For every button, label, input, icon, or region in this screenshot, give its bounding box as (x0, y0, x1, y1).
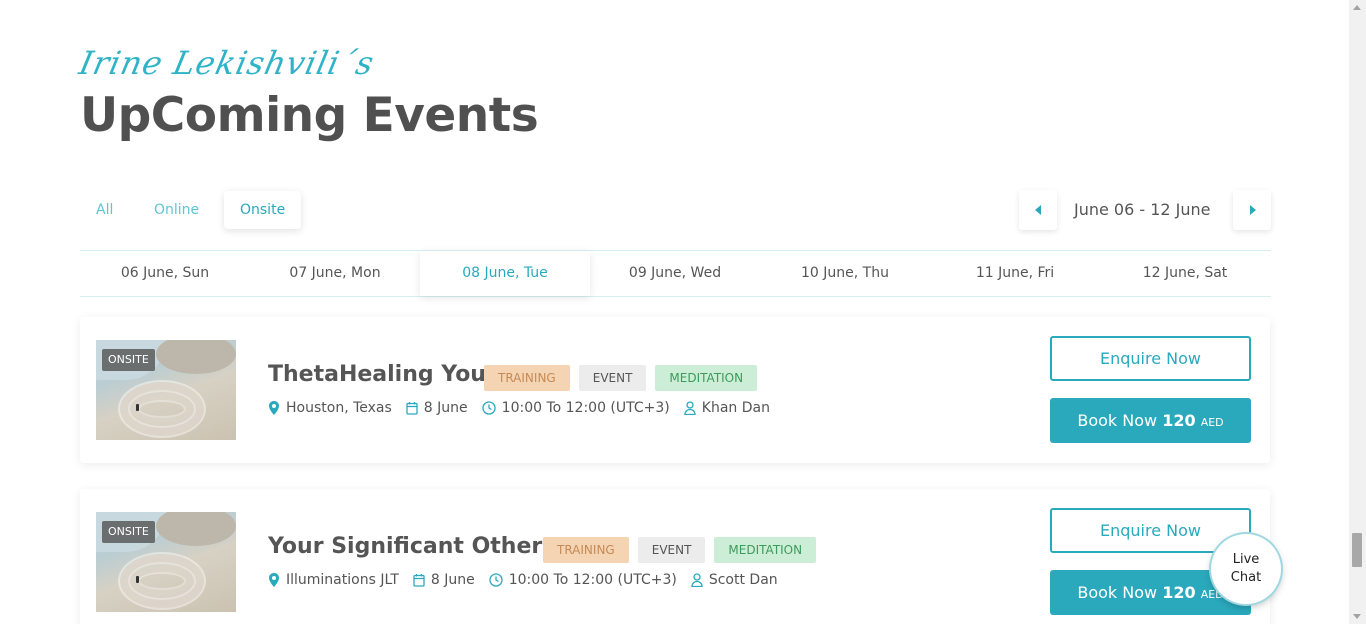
event-title[interactable]: ThetaHealing You (268, 362, 486, 387)
user-icon (691, 573, 703, 587)
onsite-badge: ONSITE (102, 349, 155, 371)
tag-meditation: MEDITATION (655, 365, 758, 391)
day-tab-sun[interactable]: 06 June, Sun (80, 251, 250, 296)
event-title[interactable]: Your Significant Others (268, 534, 555, 559)
event-card: ONSITE Your Significant Others TRAINING … (80, 489, 1270, 624)
event-date: 8 June (406, 400, 468, 416)
previous-week-button[interactable] (1019, 190, 1057, 230)
currency: AED (1200, 416, 1224, 429)
calendar-icon (406, 401, 418, 415)
event-tags: TRAINING EVENT MEDITATION (484, 365, 766, 391)
page-scrollbar[interactable] (1349, 0, 1366, 624)
day-tab-fri[interactable]: 11 June, Fri (930, 251, 1100, 296)
event-host: Khan Dan (684, 400, 770, 416)
filter-tab-onsite[interactable]: Onsite (224, 191, 302, 229)
event-location: Houston, Texas (268, 400, 392, 416)
event-host: Scott Dan (691, 572, 778, 588)
map-pin-icon (268, 401, 280, 415)
calendar-icon (413, 573, 425, 587)
week-navigator: June 06 - 12 June (1019, 190, 1271, 230)
event-time: 10:00 To 12:00 (UTC+3) (482, 400, 670, 416)
onsite-badge: ONSITE (102, 521, 155, 543)
triangle-right-icon (1250, 205, 1256, 215)
triangle-left-icon (1035, 205, 1041, 215)
tag-meditation: MEDITATION (714, 537, 817, 563)
day-tab-sat[interactable]: 12 June, Sat (1100, 251, 1270, 296)
day-tab-wed[interactable]: 09 June, Wed (590, 251, 760, 296)
author-script-title: Irine Lekishvili´s (75, 44, 378, 82)
enquire-now-button[interactable]: Enquire Now (1050, 336, 1251, 381)
tag-training: TRAINING (484, 365, 570, 391)
price: 120 (1162, 411, 1196, 430)
book-now-button[interactable]: Book Now 120 AED (1050, 398, 1251, 443)
event-time: 10:00 To 12:00 (UTC+3) (489, 572, 677, 588)
user-icon (684, 401, 696, 415)
scrollbar-thumb[interactable] (1352, 533, 1362, 567)
event-thumbnail[interactable]: ONSITE (96, 340, 236, 440)
clock-icon (482, 401, 496, 415)
tag-training: TRAINING (543, 537, 629, 563)
event-date: 8 June (413, 572, 475, 588)
event-tags: TRAINING EVENT MEDITATION (543, 537, 825, 563)
filter-tab-all[interactable]: All (80, 191, 128, 229)
event-card: ONSITE ThetaHealing You TRAINING EVENT M… (80, 317, 1270, 463)
day-tab-mon[interactable]: 07 June, Mon (250, 251, 420, 296)
next-week-button[interactable] (1233, 190, 1271, 230)
event-thumbnail[interactable]: ONSITE (96, 512, 236, 612)
scroll-up-icon[interactable] (1353, 5, 1361, 10)
page-title: UpComing Events (80, 88, 539, 143)
price: 120 (1162, 583, 1196, 602)
live-chat-button[interactable]: Live Chat (1211, 534, 1281, 604)
event-location: Illuminations JLT (268, 572, 399, 588)
scroll-down-icon[interactable] (1353, 614, 1361, 619)
day-selector: 06 June, Sun 07 June, Mon 08 June, Tue 0… (80, 250, 1271, 297)
event-meta: Illuminations JLT 8 June 10:00 To 12:00 … (268, 572, 792, 588)
day-tab-thu[interactable]: 10 June, Thu (760, 251, 930, 296)
filter-tab-online[interactable]: Online (128, 191, 224, 229)
clock-icon (489, 573, 503, 587)
event-meta: Houston, Texas 8 June 10:00 To 12:00 (UT… (268, 400, 784, 416)
week-range-label: June 06 - 12 June (1074, 200, 1211, 219)
day-tab-tue[interactable]: 08 June, Tue (420, 251, 590, 296)
map-pin-icon (268, 573, 280, 587)
event-type-filter: All Online Onsite (80, 191, 302, 229)
tag-event: EVENT (637, 537, 706, 563)
tag-event: EVENT (578, 365, 647, 391)
